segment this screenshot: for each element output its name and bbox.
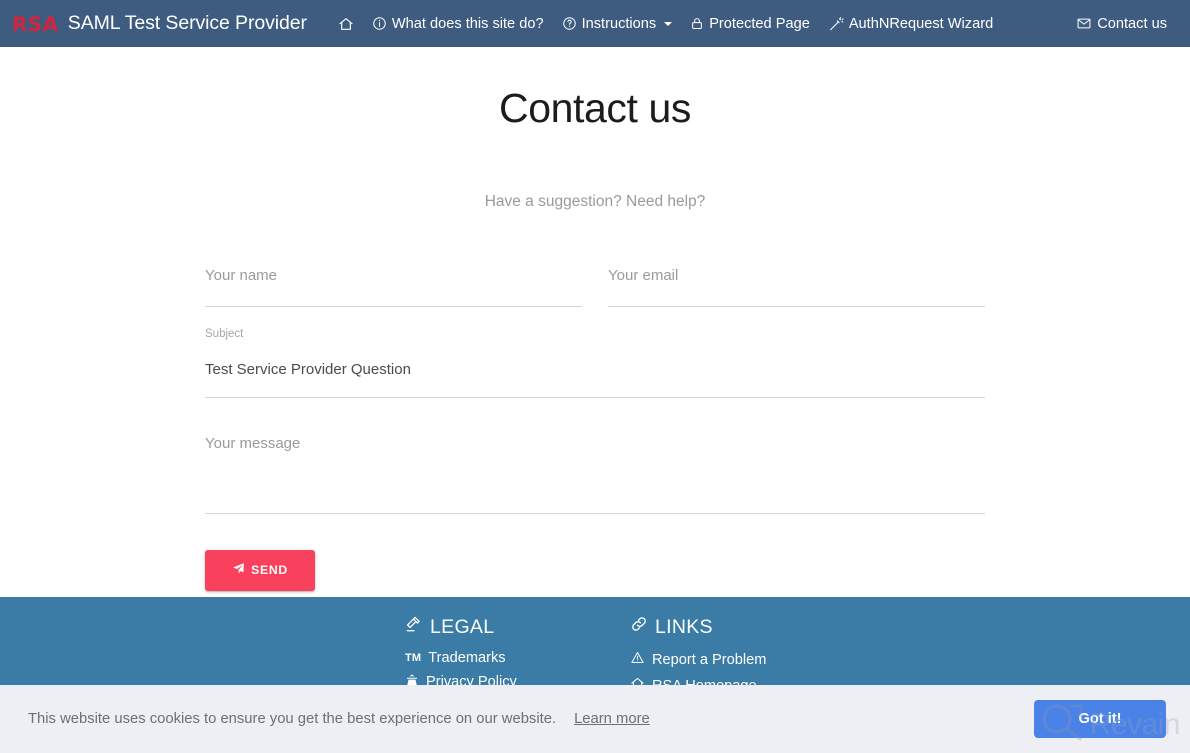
chevron-down-icon	[664, 21, 673, 26]
contact-form: Your name Your email Subject Test Servic…	[205, 211, 985, 591]
paper-plane-icon	[232, 562, 245, 578]
gavel-icon	[405, 615, 423, 639]
home-icon	[338, 16, 354, 32]
nav-item-label: Instructions	[581, 15, 657, 32]
message-field[interactable]: Your message	[205, 436, 985, 514]
footer-link-label: Trademarks	[428, 650, 506, 666]
nav-item-protected-page[interactable]: Protected Page	[681, 12, 819, 36]
warning-triangle-icon	[630, 650, 645, 669]
cookie-learn-more-link[interactable]: Learn more	[574, 711, 650, 727]
subject-field[interactable]: Subject Test Service Provider Question	[205, 328, 985, 398]
nav-item-instructions[interactable]: Instructions	[553, 12, 682, 36]
nav-item-label: Protected Page	[709, 15, 810, 32]
cookie-message: This website uses cookies to ensure you …	[28, 711, 557, 727]
footer-heading-legal: LEGAL	[405, 615, 630, 639]
rsa-logo[interactable]: RSA	[12, 12, 60, 36]
lock-icon	[690, 16, 704, 31]
question-circle-icon	[562, 16, 577, 31]
footer-heading-links: LINKS	[630, 615, 855, 639]
page-content: Contact us Have a suggestion? Need help?…	[0, 47, 1190, 591]
cookie-accept-button[interactable]: Got it!	[1034, 700, 1166, 738]
nav-item-home[interactable]	[329, 12, 363, 36]
cookie-consent-banner: This website uses cookies to ensure you …	[0, 685, 1190, 753]
page-title: Contact us	[499, 85, 691, 131]
envelope-icon	[1076, 16, 1092, 31]
nav-contact-label: Contact us	[1097, 15, 1167, 32]
email-field[interactable]: Your email	[608, 268, 985, 307]
name-field[interactable]: Your name	[205, 268, 582, 307]
footer-link-trademarks[interactable]: TM Trademarks	[405, 650, 630, 666]
top-navbar: RSA SAML Test Service Provider What does…	[0, 0, 1190, 47]
subject-field-value: Test Service Provider Question	[205, 360, 411, 378]
footer-link-report-a-problem[interactable]: Report a Problem	[630, 650, 855, 669]
brand-title[interactable]: SAML Test Service Provider	[68, 12, 307, 35]
footer-link-label: Report a Problem	[652, 651, 767, 668]
magic-wand-icon	[828, 16, 844, 32]
link-icon	[630, 615, 648, 639]
send-button-label: SEND	[251, 563, 288, 577]
nav-item-contact-us[interactable]: Contact us	[1067, 12, 1176, 36]
info-circle-icon	[372, 16, 387, 31]
trademark-icon: TM	[405, 651, 422, 664]
page-subtitle: Have a suggestion? Need help?	[484, 193, 706, 210]
nav-item-label: AuthNRequest Wizard	[848, 15, 994, 32]
nav-item-what-does-this-site-do[interactable]: What does this site do?	[363, 12, 553, 36]
send-button[interactable]: SEND	[205, 549, 315, 591]
navbar-links: What does this site do? Instructions Pro	[329, 12, 1002, 36]
footer-heading-label: LINKS	[655, 615, 713, 638]
footer-heading-label: LEGAL	[430, 615, 495, 638]
nav-item-authnrequest-wizard[interactable]: AuthNRequest Wizard	[819, 12, 1002, 36]
email-field-placeholder: Your email	[608, 267, 679, 284]
name-field-placeholder: Your name	[205, 267, 277, 284]
message-field-placeholder: Your message	[205, 434, 301, 452]
nav-item-label: What does this site do?	[391, 15, 544, 32]
name-email-row: Your name Your email	[205, 268, 985, 307]
subject-field-label: Subject	[205, 328, 244, 340]
